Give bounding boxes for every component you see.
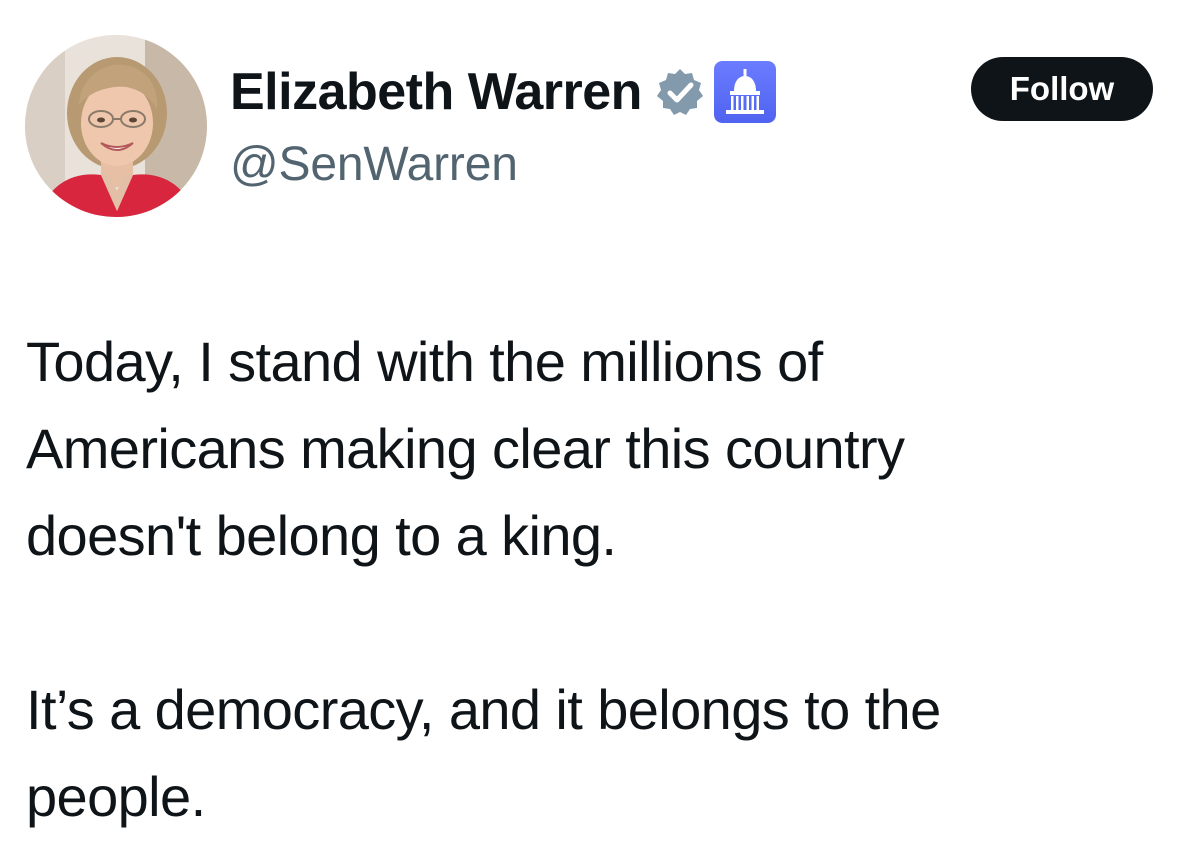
tweet-line: people.: [26, 765, 206, 828]
tweet-line: It’s a democracy, and it belongs to the: [26, 678, 941, 741]
verified-badge-icon[interactable]: [654, 66, 706, 118]
tweet-paragraph: It’s a democracy, and it belongs to the …: [26, 666, 1176, 840]
author-display-name[interactable]: Elizabeth Warren: [230, 62, 642, 122]
avatar[interactable]: [25, 35, 207, 217]
tweet: Elizabeth Warren @SenWarren Follow Today…: [0, 0, 1200, 863]
capitol-building-icon[interactable]: [713, 61, 776, 123]
tweet-paragraph: Today, I stand with the millions of Amer…: [26, 318, 1176, 579]
author-handle[interactable]: @SenWarren: [230, 137, 518, 192]
tweet-line: doesn't belong to a king.: [26, 504, 617, 567]
author-name-row: Elizabeth Warren: [230, 54, 776, 130]
follow-button[interactable]: Follow: [971, 57, 1153, 121]
tweet-line: Today, I stand with the millions of: [26, 330, 823, 393]
tweet-text: Today, I stand with the millions of Amer…: [26, 318, 1176, 840]
tweet-line: Americans making clear this country: [26, 417, 905, 480]
profile-photo: [25, 35, 207, 217]
